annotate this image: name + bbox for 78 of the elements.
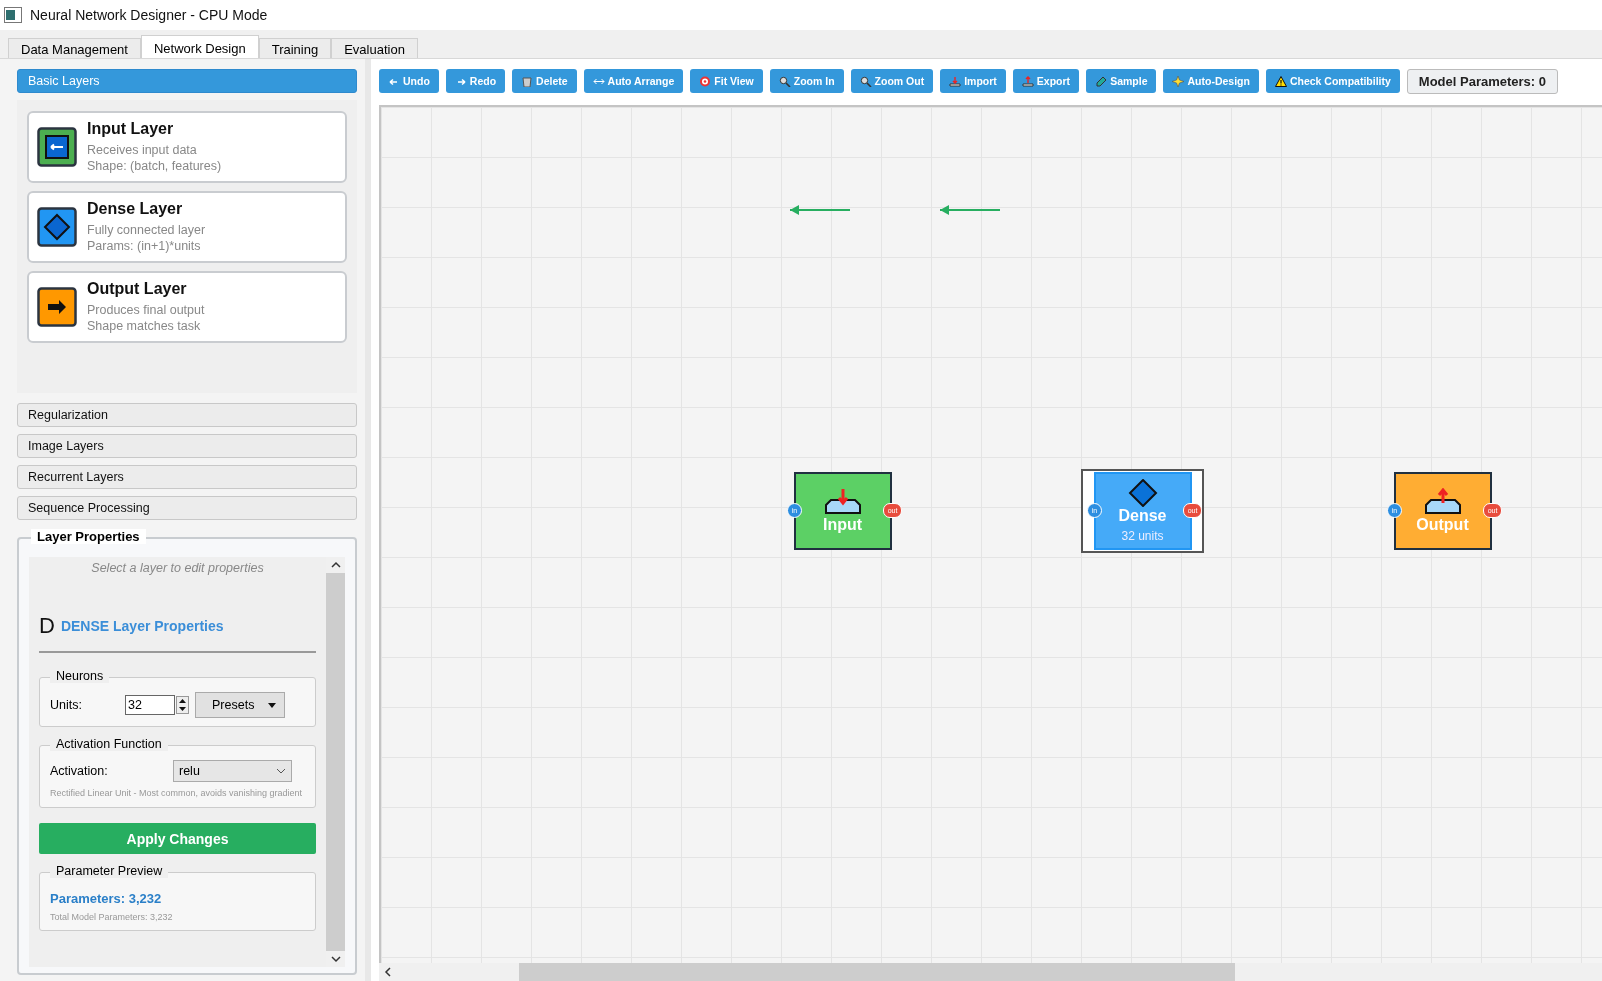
tray-arrow-icon: [949, 75, 962, 87]
layer-description: Fully connected layer: [87, 222, 206, 238]
section-header[interactable]: Sequence Processing: [17, 496, 357, 520]
toolbar-button[interactable]: Sample: [1086, 69, 1157, 93]
group-title: Layer Properties: [31, 529, 146, 544]
activation-description: Rectified Linear Unit - Most common, avoids vanishing gradient: [50, 788, 304, 799]
presets-dropdown[interactable]: Presets: [195, 692, 285, 718]
layer-card[interactable]: Output Layer Produces final output Shape matches task: [27, 271, 347, 343]
activation-label: Activation:: [50, 764, 109, 778]
layer-icon: [37, 287, 77, 327]
apply-changes-button[interactable]: Apply Changes: [39, 823, 316, 854]
node-units: 32 units: [1121, 529, 1164, 543]
connector-arrow: [789, 203, 851, 217]
units-spinbox[interactable]: 32: [125, 695, 175, 715]
toolbar-button[interactable]: Import: [940, 69, 1006, 93]
scroll-left-icon[interactable]: [383, 967, 393, 977]
magnifier-icon: [859, 75, 872, 87]
properties-heading: DENSE Layer Properties: [60, 618, 224, 634]
toolbar-button[interactable]: Zoom Out: [850, 69, 934, 93]
scroll-up-icon[interactable]: [330, 561, 341, 569]
node-label: Input: [822, 516, 863, 534]
units-label: Units:: [50, 698, 83, 712]
tab[interactable]: Evaluation: [331, 38, 418, 60]
model-parameters-badge: Model Parameters: 0: [1406, 68, 1558, 94]
window-title: Neural Network Designer - CPU Mode: [30, 7, 268, 23]
layer-icon: [822, 488, 863, 516]
target-icon: [699, 75, 712, 87]
total-parameters: Total Model Parameters: 3,232: [50, 912, 174, 922]
connector-arrow: [939, 203, 1001, 217]
section-header[interactable]: Basic Layers: [17, 69, 357, 93]
layer-name: Output Layer: [87, 280, 188, 298]
spin-arrows-icon[interactable]: [176, 696, 189, 714]
layer-detail: Shape matches task: [87, 318, 202, 334]
section-header[interactable]: Recurrent Layers: [17, 465, 357, 489]
layer-icon: [37, 127, 77, 167]
layer-description: Produces final output: [87, 302, 205, 318]
layer-card[interactable]: Dense Layer Fully connected layer Params: (in+1)*units: [27, 191, 347, 263]
layer-name: Dense Layer: [87, 200, 184, 218]
toolbar-button[interactable]: Delete: [512, 69, 577, 93]
section-header[interactable]: Regularization: [17, 403, 357, 427]
toolbar-button[interactable]: Undo: [379, 69, 439, 93]
toolbar-button[interactable]: Auto Arrange: [583, 69, 684, 93]
toolbar-button[interactable]: Check Compatibility: [1265, 69, 1400, 93]
toolbar-button[interactable]: Fit View: [690, 69, 763, 93]
scrollbar[interactable]: [379, 963, 1602, 981]
layer-detail: Params: (in+1)*units: [87, 238, 202, 254]
node-label: Dense: [1118, 507, 1167, 525]
layer-name: Input Layer: [87, 120, 175, 138]
layer-card[interactable]: Input Layer Receives input data Shape: (batch, features): [27, 111, 347, 183]
trash-icon: [521, 75, 534, 87]
tab[interactable]: Network Design: [140, 35, 259, 60]
group-title: Parameter Preview: [50, 864, 169, 878]
layer-description: Receives input data: [87, 142, 198, 158]
sparkle-icon: [1172, 75, 1185, 87]
node-label: Output: [1416, 516, 1469, 534]
group-title: Activation Function: [50, 737, 168, 751]
group-title: Neurons: [50, 669, 110, 683]
magnifier-icon: [778, 75, 791, 87]
tab[interactable]: Data Management: [8, 38, 141, 60]
chevron-down-icon: [276, 768, 286, 774]
toolbar-button[interactable]: Auto-Design: [1163, 69, 1259, 93]
section-header[interactable]: Image Layers: [17, 434, 357, 458]
tray-arrow-icon: [1021, 75, 1034, 87]
test-tube-icon: [1095, 75, 1108, 87]
caret-icon: [268, 702, 276, 708]
app-icon: [4, 7, 22, 23]
layer-glyph: D: [39, 613, 55, 639]
layer-icon: [1422, 488, 1463, 516]
toolbar-button[interactable]: Redo: [445, 69, 506, 93]
warning-icon: [1274, 75, 1287, 87]
toolbar-button[interactable]: Zoom In: [769, 69, 844, 93]
scroll-down-icon[interactable]: [330, 955, 341, 963]
layer-icon: [37, 207, 77, 247]
hint-text: Select a layer to edit properties: [90, 561, 265, 575]
parameter-count: Parameters: 3,232: [50, 891, 163, 906]
toolbar-button[interactable]: Export: [1012, 69, 1080, 93]
layer-detail: Shape: (batch, features): [87, 158, 222, 174]
activation-dropdown[interactable]: relu: [173, 760, 292, 782]
